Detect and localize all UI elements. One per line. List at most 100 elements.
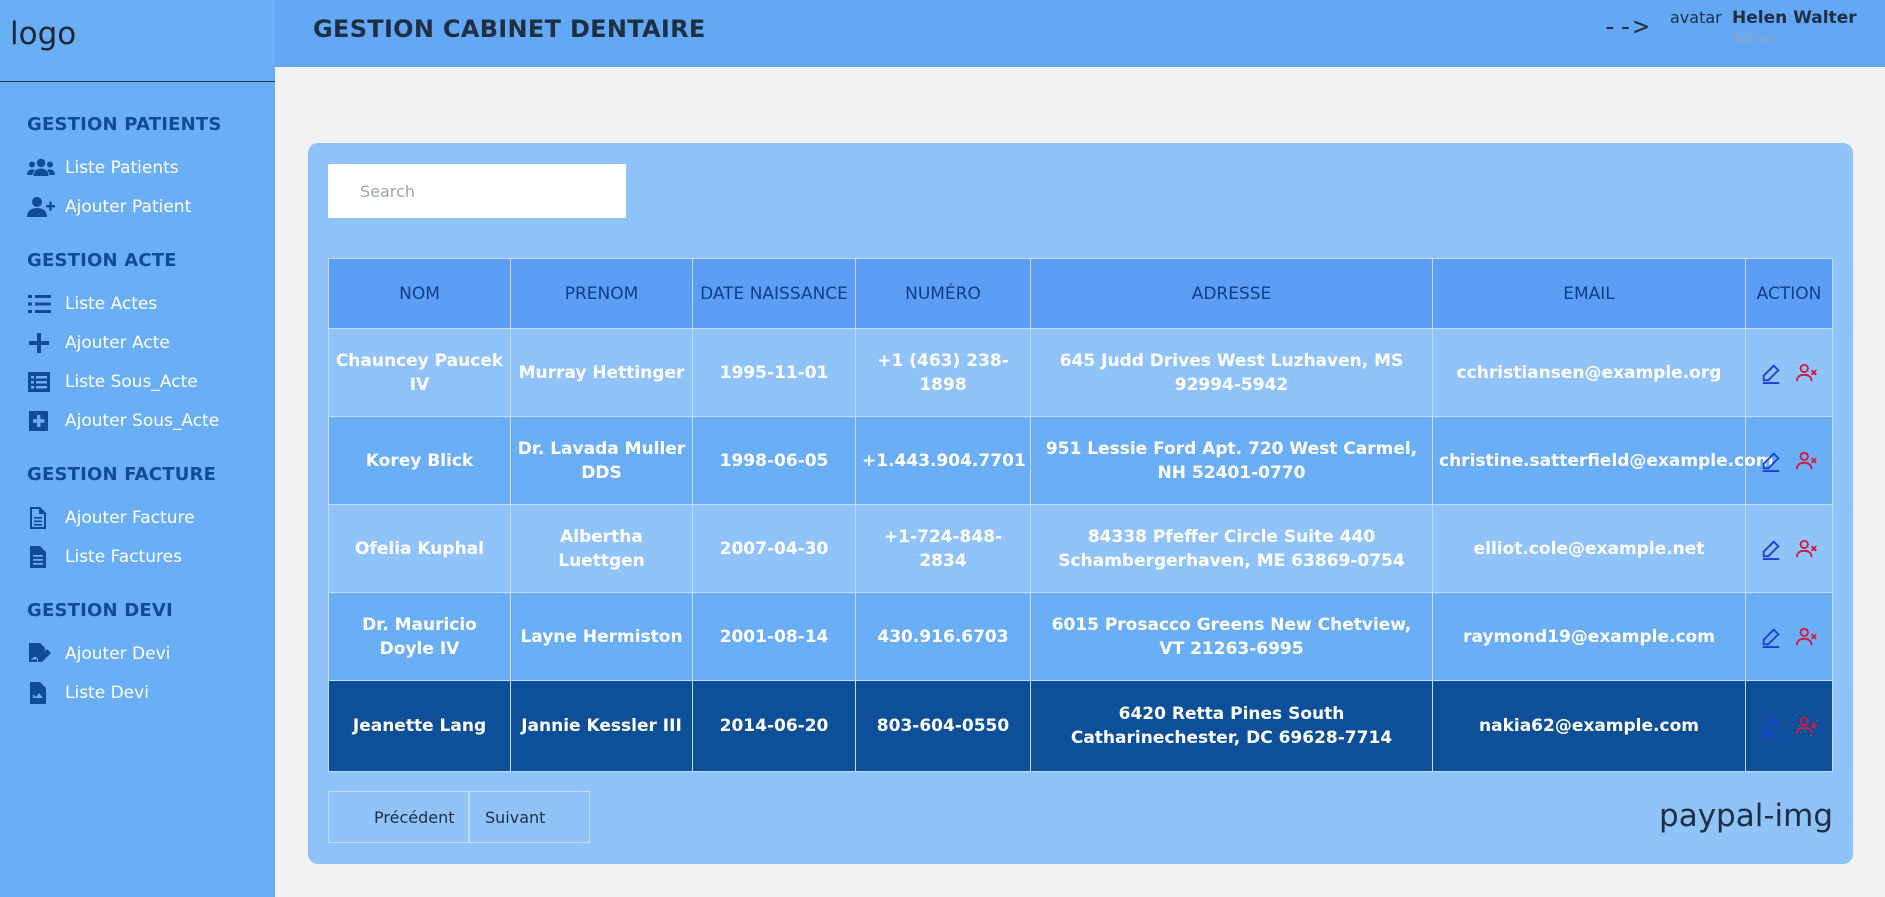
sidebar: logo GESTION PATIENTS Liste Patients Ajo… bbox=[0, 0, 275, 897]
section-title: GESTION PATIENTS bbox=[27, 114, 222, 135]
header-action: ACTION bbox=[1745, 258, 1833, 329]
section-gestion-facture: GESTION FACTURE Ajouter Facture Liste Fa… bbox=[0, 464, 275, 576]
sidebar-item-liste-sous-acte[interactable]: Liste Sous_Acte bbox=[27, 362, 275, 401]
sidebar-item-ajouter-facture[interactable]: Ajouter Facture bbox=[27, 498, 275, 537]
cell-adresse: 645 Judd Drives West Luzhaven, MS 92994-… bbox=[1030, 328, 1433, 417]
next-button[interactable]: Suivant bbox=[469, 791, 590, 843]
sidebar-item-label: Liste Factures bbox=[65, 546, 182, 567]
sidebar-item-ajouter-sous-acte[interactable]: Ajouter Sous_Acte bbox=[27, 401, 275, 440]
sidebar-item-label: Ajouter Sous_Acte bbox=[65, 410, 220, 431]
cell-email: cchristiansen@example.org bbox=[1432, 328, 1746, 417]
cell-email: raymond19@example.com bbox=[1432, 592, 1746, 681]
sidebar-item-label: Liste Patients bbox=[65, 157, 179, 178]
cell-date: 2014-06-20 bbox=[692, 680, 856, 772]
previous-button[interactable]: Précédent bbox=[328, 791, 469, 843]
edit-icon[interactable] bbox=[1760, 450, 1782, 472]
cell-email: nakia62@example.com bbox=[1432, 680, 1746, 772]
cell-action bbox=[1745, 592, 1833, 681]
sidebar-item-ajouter-acte[interactable]: Ajouter Acte bbox=[27, 323, 275, 362]
cell-adresse: 6420 Retta Pines South Catharinechester,… bbox=[1030, 680, 1433, 772]
users-icon bbox=[27, 158, 55, 176]
user-remove-icon[interactable] bbox=[1796, 538, 1818, 560]
cell-numero: 430.916.6703 bbox=[855, 592, 1031, 681]
list-icon bbox=[28, 294, 51, 313]
user-plus-icon bbox=[27, 196, 55, 217]
cell-nom: Jeanette Lang bbox=[328, 680, 511, 772]
file-signature-icon bbox=[29, 642, 51, 662]
cell-date: 1995-11-01 bbox=[692, 328, 856, 417]
cell-action bbox=[1745, 328, 1833, 417]
plus-square-icon bbox=[29, 410, 48, 431]
sidebar-item-ajouter-devi[interactable]: Ajouter Devi bbox=[27, 634, 275, 673]
section-gestion-patients: GESTION PATIENTS Liste Patients Ajouter … bbox=[0, 114, 275, 226]
header-nom[interactable]: NOM bbox=[328, 258, 511, 329]
pagination: Précédent Suivant bbox=[328, 791, 590, 843]
header-email[interactable]: EMAIL bbox=[1432, 258, 1746, 329]
sidebar-item-liste-patients[interactable]: Liste Patients bbox=[27, 148, 275, 187]
logo: logo bbox=[0, 0, 275, 82]
sidebar-item-label: Ajouter Facture bbox=[65, 507, 195, 528]
header-date-naissance[interactable]: DATE NAISSANCE bbox=[692, 258, 856, 329]
cell-nom: Ofelia Kuphal bbox=[328, 504, 511, 593]
arrow-text: --> bbox=[1602, 12, 1649, 42]
user-remove-icon[interactable] bbox=[1796, 362, 1818, 384]
sidebar-item-liste-factures[interactable]: Liste Factures bbox=[27, 537, 275, 576]
cell-date: 1998-06-05 bbox=[692, 416, 856, 505]
edit-icon[interactable] bbox=[1760, 362, 1782, 384]
edit-icon[interactable] bbox=[1760, 715, 1782, 737]
header-prenom[interactable]: PRENOM bbox=[510, 258, 693, 329]
patients-card: NOM PRENOM DATE NAISSANCE NUMÉRO ADRESSE… bbox=[308, 143, 1853, 864]
table-row-selected[interactable]: Jeanette Lang Jannie Kessler III 2014-06… bbox=[328, 680, 1833, 772]
sidebar-item-label: Ajouter Patient bbox=[65, 196, 192, 217]
sidebar-item-liste-devi[interactable]: Liste Devi bbox=[27, 673, 275, 712]
section-title: GESTION DEVI bbox=[27, 600, 173, 621]
section-title: GESTION ACTE bbox=[27, 250, 177, 271]
cell-nom: Chauncey Paucek IV bbox=[328, 328, 511, 417]
cell-email: elliot.cole@example.net bbox=[1432, 504, 1746, 593]
section-gestion-acte: GESTION ACTE Liste Actes Ajouter Acte Li… bbox=[0, 250, 275, 440]
sidebar-item-label: Liste Actes bbox=[65, 293, 158, 314]
cell-date: 2001-08-14 bbox=[692, 592, 856, 681]
cell-adresse: 951 Lessie Ford Apt. 720 West Carmel, NH… bbox=[1030, 416, 1433, 505]
table-header-row: NOM PRENOM DATE NAISSANCE NUMÉRO ADRESSE… bbox=[328, 258, 1833, 329]
user-remove-icon[interactable] bbox=[1796, 450, 1818, 472]
sidebar-item-label: Ajouter Acte bbox=[65, 332, 170, 353]
sidebar-item-liste-actes[interactable]: Liste Actes bbox=[27, 284, 275, 323]
file-icon bbox=[30, 506, 46, 529]
user-name[interactable]: Helen Walter bbox=[1732, 8, 1857, 28]
section-title: GESTION FACTURE bbox=[27, 464, 217, 485]
user-remove-icon[interactable] bbox=[1796, 715, 1818, 737]
cell-adresse: 84338 Pfeffer Circle Suite 440 Schamberg… bbox=[1030, 504, 1433, 593]
file-invoice-icon bbox=[30, 681, 46, 704]
plus-icon bbox=[29, 332, 49, 353]
page-title: GESTION CABINET DENTAIRE bbox=[313, 15, 706, 43]
patients-table: NOM PRENOM DATE NAISSANCE NUMÉRO ADRESSE… bbox=[328, 258, 1833, 772]
user-remove-icon[interactable] bbox=[1796, 626, 1818, 648]
table-row[interactable]: Chauncey Paucek IV Murray Hettinger 1995… bbox=[328, 328, 1833, 417]
cell-numero: +1-724-848-2834 bbox=[855, 504, 1031, 593]
sidebar-item-ajouter-patient[interactable]: Ajouter Patient bbox=[27, 187, 275, 226]
header-numero[interactable]: NUMÉRO bbox=[855, 258, 1031, 329]
avatar[interactable]: avatar bbox=[1670, 8, 1722, 27]
cell-numero: 803-604-0550 bbox=[855, 680, 1031, 772]
table-row[interactable]: Dr. Mauricio Doyle IV Layne Hermiston 20… bbox=[328, 592, 1833, 681]
cell-numero: +1 (463) 238-1898 bbox=[855, 328, 1031, 417]
edit-icon[interactable] bbox=[1760, 626, 1782, 648]
sidebar-item-label: Liste Devi bbox=[65, 682, 149, 703]
table-row[interactable]: Korey Blick Dr. Lavada Muller DDS 1998-0… bbox=[328, 416, 1833, 505]
cell-action bbox=[1745, 504, 1833, 593]
user-role: Admin bbox=[1733, 32, 1775, 47]
cell-date: 2007-04-30 bbox=[692, 504, 856, 593]
cell-email: christine.satterfield@example.com bbox=[1432, 416, 1774, 505]
search-input[interactable] bbox=[328, 164, 626, 218]
sidebar-item-label: Ajouter Devi bbox=[65, 643, 171, 664]
sidebar-item-label: Liste Sous_Acte bbox=[65, 371, 198, 392]
list-alt-icon bbox=[28, 371, 50, 392]
edit-icon[interactable] bbox=[1760, 538, 1782, 560]
cell-adresse: 6015 Prosacco Greens New Chetview, VT 21… bbox=[1030, 592, 1433, 681]
top-header: GESTION CABINET DENTAIRE --> avatar Hele… bbox=[275, 0, 1885, 67]
cell-action bbox=[1745, 680, 1833, 772]
cell-prenom: Murray Hettinger bbox=[510, 328, 693, 417]
table-row[interactable]: Ofelia Kuphal Albertha Luettgen 2007-04-… bbox=[328, 504, 1833, 593]
header-adresse[interactable]: ADRESSE bbox=[1030, 258, 1433, 329]
